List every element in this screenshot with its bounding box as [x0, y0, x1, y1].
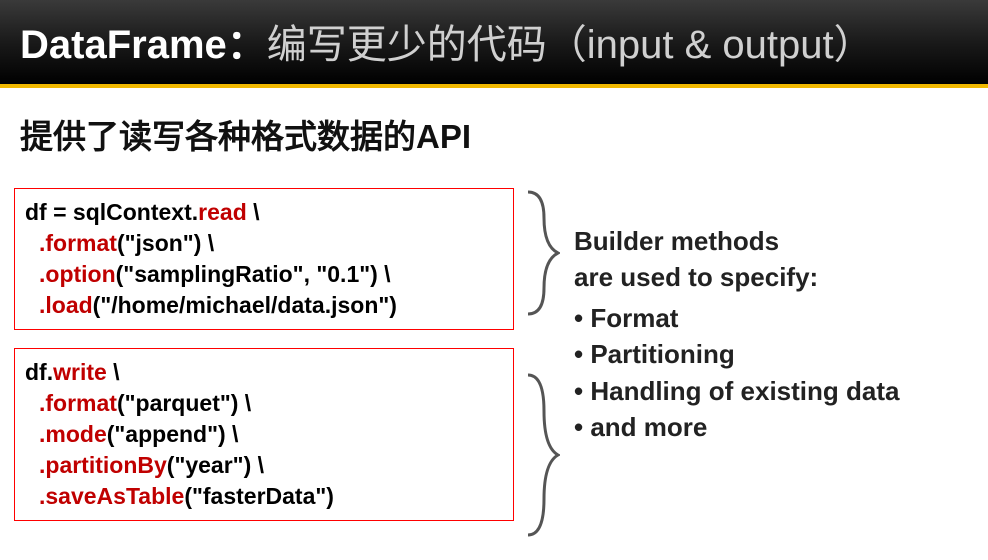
title-bold: DataFrame：: [20, 23, 267, 67]
code-line: .mode("append") \: [25, 419, 503, 450]
info-lead: Builder methods: [574, 223, 968, 259]
info-lead: are used to specify:: [574, 259, 968, 295]
code-line: .partitionBy("year") \: [25, 450, 503, 481]
brace-icon: [524, 371, 560, 539]
code-block-read: df = sqlContext.read \ .format("json") \…: [14, 188, 514, 330]
code-line: .option("samplingRatio", "0.1") \: [25, 259, 503, 290]
code-line: df.write \: [25, 357, 503, 388]
list-item: Handling of existing data: [574, 373, 968, 409]
code-line: .load("/home/michael/data.json"): [25, 290, 503, 321]
info-list: Format Partitioning Handling of existing…: [574, 300, 968, 446]
slide-header: DataFrame：编写更少的代码（input & output）: [0, 0, 988, 88]
title-rest: 编写更少的代码（input & output）: [267, 23, 874, 67]
code-block-write: df.write \ .format("parquet") \ .mode("a…: [14, 348, 514, 521]
code-line: df = sqlContext.read \: [25, 197, 503, 228]
code-column: df = sqlContext.read \ .format("json") \…: [14, 188, 514, 539]
content-area: df = sqlContext.read \ .format("json") \…: [0, 188, 988, 539]
brace-icon: [524, 188, 560, 318]
info-panel: Builder methods are used to specify: For…: [574, 188, 968, 539]
list-item: Format: [574, 300, 968, 336]
code-line: .saveAsTable("fasterData"): [25, 481, 503, 512]
subtitle: 提供了读写各种格式数据的API: [20, 110, 988, 158]
list-item: Partitioning: [574, 336, 968, 372]
code-line: .format("json") \: [25, 228, 503, 259]
list-item: and more: [574, 409, 968, 445]
code-line: .format("parquet") \: [25, 388, 503, 419]
brace-column: [524, 188, 564, 539]
